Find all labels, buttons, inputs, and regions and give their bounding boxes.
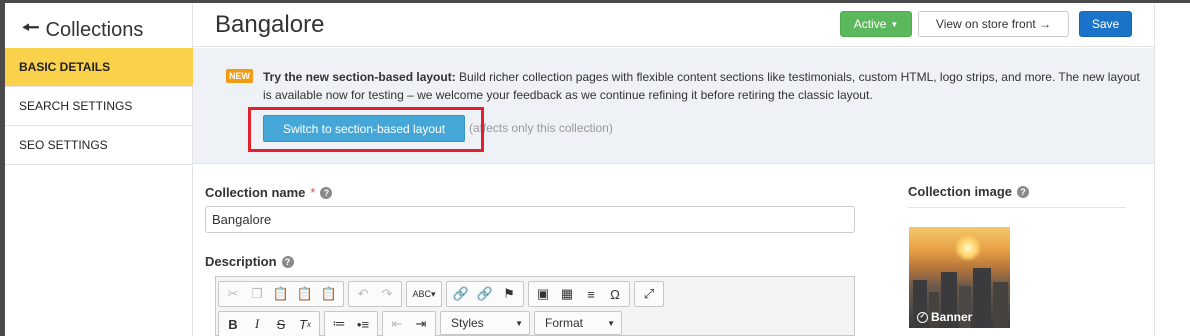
page-header: Bangalore Active ▼ View on store front →… [193, 3, 1154, 47]
horizontal-rule-icon[interactable]: ≡ [579, 283, 603, 305]
new-layout-banner: NEW Try the new section-based layout: Bu… [193, 48, 1154, 164]
special-char-icon[interactable]: Ω [603, 283, 627, 305]
help-icon[interactable]: ? [320, 186, 333, 199]
clipboard-group: ✂ ❐ 📋 📋 📋 [218, 281, 344, 307]
arrow-left-icon: 🠔 [22, 17, 40, 39]
strikethrough-icon[interactable]: S [269, 313, 293, 335]
back-to-collections-link[interactable]: 🠔 Collections [22, 13, 143, 47]
sidebar-item-seo-settings[interactable]: SEO SETTINGS [5, 126, 193, 165]
styles-label: Styles [451, 316, 484, 330]
history-group: ↶ ↷ [348, 281, 402, 307]
redo-icon[interactable]: ↷ [375, 283, 399, 305]
maximize-icon[interactable]: ⤢ [637, 283, 661, 305]
description-label: Description ? [205, 254, 294, 269]
undo-icon[interactable]: ↶ [351, 283, 375, 305]
paste-icon[interactable]: 📋 [269, 283, 293, 305]
sidebar-item-label: SEARCH SETTINGS [19, 99, 133, 113]
collection-name-input[interactable] [205, 206, 855, 233]
maximize-group: ⤢ [634, 281, 664, 307]
indent-icon[interactable]: ⇥ [409, 313, 433, 335]
divider [908, 207, 1126, 208]
switch-note: (affects only this collection) [469, 121, 613, 135]
image-caption: ✓ Banner [917, 310, 972, 324]
bulleted-list-icon[interactable]: •≡ [351, 313, 375, 335]
remove-format-icon[interactable]: Tx [293, 313, 317, 335]
sun-glow [955, 235, 981, 261]
banner-headline: Try the new section-based layout: [263, 70, 456, 84]
building [993, 282, 1008, 328]
sidebar-item-basic-details[interactable]: BASIC DETAILS [5, 48, 193, 87]
sidebar-item-label: BASIC DETAILS [19, 60, 111, 74]
format-label: Format [545, 316, 584, 330]
link-icon[interactable]: 🔗 [449, 283, 473, 305]
outdent-icon[interactable]: ⇤ [385, 313, 409, 335]
caret-down-icon: ▼ [607, 318, 615, 328]
new-badge: NEW [226, 69, 253, 83]
collection-name-label: Collection name * ? [205, 185, 333, 200]
description-label-text: Description [205, 254, 277, 269]
form-area: Collection name * ? Description ? ✂ ❐ 📋 📋… [193, 165, 1154, 336]
sidebar: 🠔 Collections BASIC DETAILS SEARCH SETTI… [0, 3, 193, 336]
editor-toolbar-row-1: ✂ ❐ 📋 📋 📋 ↶ ↷ ABC▾ 🔗 🔗 ⚑ ▣ ▦ ≡ Ω ⤢ [216, 281, 664, 307]
right-gutter [1154, 3, 1190, 336]
unlink-icon[interactable]: 🔗 [473, 283, 497, 305]
spellcheck-group: ABC▾ [406, 281, 442, 307]
collection-image-label: Collection image ? [908, 184, 1030, 199]
copy-icon[interactable]: ❐ [245, 283, 269, 305]
caret-down-icon: ▼ [515, 318, 523, 328]
image-caption-text: Banner [931, 310, 973, 324]
list-group: ≔ •≡ [324, 311, 378, 336]
link-group: 🔗 🔗 ⚑ [446, 281, 524, 307]
name-label-text: Collection name [205, 185, 306, 200]
main-content: Bangalore Active ▼ View on store front →… [193, 3, 1154, 336]
editor-toolbar-row-2: B I S Tx ≔ •≡ ⇤ ⇥ Styles ▼ Format ▼ [216, 311, 622, 336]
status-dropdown-button[interactable]: Active ▼ [840, 11, 912, 37]
anchor-flag-icon[interactable]: ⚑ [497, 283, 521, 305]
save-button[interactable]: Save [1079, 11, 1132, 37]
bold-icon[interactable]: B [221, 313, 245, 335]
insert-group: ▣ ▦ ≡ Ω [528, 281, 630, 307]
banner-text: Try the new section-based layout: Build … [263, 68, 1143, 104]
image-label-text: Collection image [908, 184, 1013, 199]
check-circle-icon: ✓ [917, 311, 928, 323]
image-icon[interactable]: ▣ [531, 283, 555, 305]
back-label: Collections [45, 18, 144, 41]
window-edge [0, 0, 5, 336]
sidebar-nav: BASIC DETAILS SEARCH SETTINGS SEO SETTIN… [5, 48, 193, 165]
paste-text-icon[interactable]: 📋 [293, 283, 317, 305]
format-select[interactable]: Format ▼ [534, 311, 622, 335]
status-label: Active [853, 17, 887, 31]
cut-icon[interactable]: ✂ [221, 283, 245, 305]
styles-select[interactable]: Styles ▼ [440, 311, 530, 335]
required-marker: * [310, 185, 316, 200]
spellcheck-icon[interactable]: ABC▾ [409, 283, 439, 305]
formatting-group: B I S Tx [218, 311, 320, 336]
italic-icon[interactable]: I [245, 313, 269, 335]
help-icon[interactable]: ? [281, 255, 294, 268]
table-icon[interactable]: ▦ [555, 283, 579, 305]
caret-down-icon: ▼ [890, 19, 899, 29]
indent-group: ⇤ ⇥ [382, 311, 436, 336]
collection-image-thumbnail[interactable]: ✓ Banner [909, 227, 1010, 328]
view-on-store-front-button[interactable]: View on store front → [918, 11, 1069, 37]
help-icon[interactable]: ? [1017, 185, 1030, 198]
building [973, 268, 991, 328]
numbered-list-icon[interactable]: ≔ [327, 313, 351, 335]
description-editor: ✂ ❐ 📋 📋 📋 ↶ ↷ ABC▾ 🔗 🔗 ⚑ ▣ ▦ ≡ Ω ⤢ B I S… [215, 276, 855, 336]
sidebar-item-search-settings[interactable]: SEARCH SETTINGS [5, 87, 193, 126]
page-title: Bangalore [215, 11, 325, 38]
paste-word-icon[interactable]: 📋 [317, 283, 341, 305]
highlight-box [248, 107, 484, 152]
sidebar-item-label: SEO SETTINGS [19, 138, 108, 152]
